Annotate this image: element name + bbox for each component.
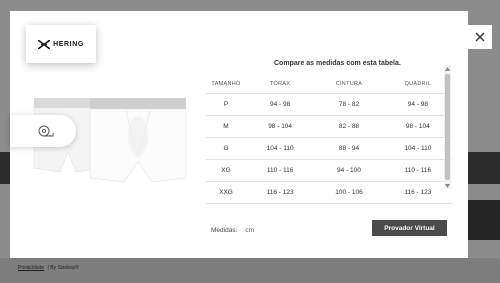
hip-cell: 116 - 123 xyxy=(383,181,452,204)
size-cell: P xyxy=(206,93,246,116)
measuring-tape-icon xyxy=(38,125,54,137)
close-icon xyxy=(475,32,485,42)
size-cell: XXG xyxy=(206,181,246,204)
measures-unit[interactable]: cm xyxy=(245,227,254,234)
measuring-tape-button[interactable] xyxy=(10,115,76,147)
hip-cell: 94 - 98 xyxy=(383,93,452,116)
measures-unit-row: Medidas: cm xyxy=(211,227,254,234)
brand-name: HERING xyxy=(53,40,84,48)
size-cell: G xyxy=(206,137,246,160)
table-row: M 98 - 104 82 - 88 98 - 104 xyxy=(206,115,452,138)
column-header: TÓRAX xyxy=(246,75,315,94)
chest-cell: 94 - 98 xyxy=(246,93,315,116)
virtual-tryon-button[interactable]: Provador Virtual xyxy=(372,220,447,236)
brand-logo: HERING xyxy=(26,25,96,63)
chest-cell: 104 - 110 xyxy=(246,137,315,160)
sizebay-credit: | By Sizebay® xyxy=(47,265,79,271)
sizebay-footer: Privacidade | By Sizebay® xyxy=(18,265,79,271)
hering-logo-icon xyxy=(38,39,51,49)
table-row: XG 110 - 116 94 - 100 110 - 116 xyxy=(206,159,452,182)
waist-cell: 78 - 82 xyxy=(314,93,384,116)
column-header: QUADRIL xyxy=(383,75,452,94)
privacy-link[interactable]: Privacidade xyxy=(18,265,44,271)
column-header: CINTURA xyxy=(314,75,384,94)
table-row: G 104 - 110 88 - 94 104 - 110 xyxy=(206,137,452,160)
background-band-right xyxy=(468,200,500,240)
table-header-row: TAMANHO TÓRAX CINTURA QUADRIL xyxy=(206,75,452,94)
hip-cell: 98 - 104 xyxy=(383,115,452,138)
scroll-up-arrow-icon[interactable] xyxy=(444,65,451,72)
measures-label: Medidas: xyxy=(211,227,238,234)
waist-cell: 100 - 106 xyxy=(314,181,384,204)
waist-cell: 94 - 100 xyxy=(314,159,384,182)
close-button[interactable] xyxy=(468,25,492,49)
size-table: TAMANHO TÓRAX CINTURA QUADRIL P 94 - 98 … xyxy=(206,75,452,204)
chest-cell: 110 - 116 xyxy=(246,159,315,182)
scroll-thumb[interactable] xyxy=(445,74,450,180)
waist-cell: 82 - 88 xyxy=(314,115,384,138)
size-cell: XG xyxy=(206,159,246,182)
table-scrollbar[interactable] xyxy=(444,65,451,189)
chest-cell: 116 - 123 xyxy=(246,181,315,204)
hip-cell: 104 - 110 xyxy=(383,137,452,160)
table-row: XXG 116 - 123 100 - 106 116 - 123 xyxy=(206,181,452,204)
size-cell: M xyxy=(206,115,246,138)
table-row: P 94 - 98 78 - 82 94 - 98 xyxy=(206,93,452,116)
column-header: TAMANHO xyxy=(206,75,246,94)
hip-cell: 110 - 116 xyxy=(383,159,452,182)
scroll-down-arrow-icon[interactable] xyxy=(444,182,451,189)
chest-cell: 98 - 104 xyxy=(246,115,315,138)
table-title: Compare as medidas com esta tabela. xyxy=(274,60,401,67)
waist-cell: 88 - 94 xyxy=(314,137,384,160)
